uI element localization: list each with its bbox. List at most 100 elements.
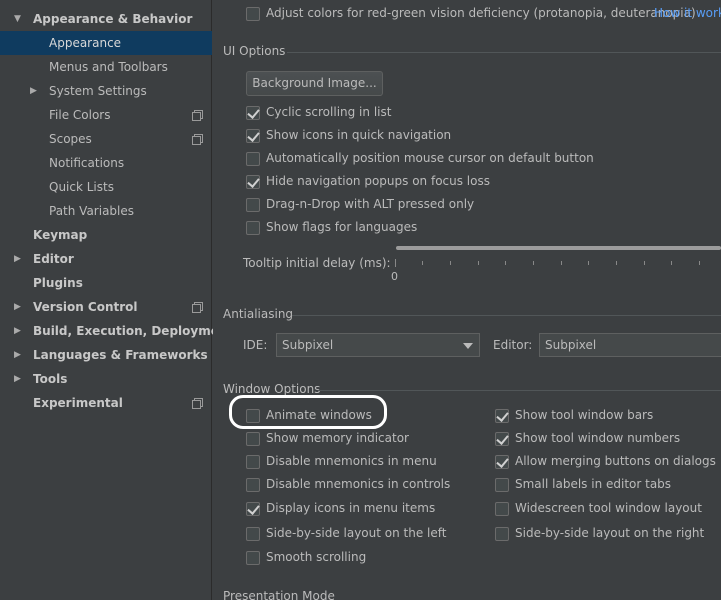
ide-antialiasing-value: Subpixel: [282, 338, 334, 352]
tooltip-delay-label: Tooltip initial delay (ms):: [243, 256, 391, 270]
chevron-right-icon[interactable]: ▶: [30, 79, 42, 103]
ide-antialiasing-select[interactable]: Subpixel: [276, 333, 480, 357]
project-level-icon: [192, 302, 203, 313]
auto-position-mouse-checkbox[interactable]: [246, 152, 260, 166]
slider-tick: [699, 261, 700, 265]
disable-mnemonics-controls-checkbox[interactable]: [246, 478, 260, 492]
side-by-side-right-label: Side-by-side layout on the right: [515, 526, 705, 540]
show-flags-label: Show flags for languages: [266, 220, 418, 234]
chevron-right-icon[interactable]: ▶: [14, 343, 26, 367]
side-by-side-left-label: Side-by-side layout on the left: [266, 526, 447, 540]
sidebar-item-notifications[interactable]: Notifications: [0, 151, 212, 175]
slider-tick: [395, 259, 396, 267]
show-tool-bars-checkbox[interactable]: [495, 409, 509, 423]
project-level-icon: [192, 110, 203, 121]
sidebar-item-label: Appearance & Behavior: [33, 12, 193, 26]
display-icons-menu-checkbox[interactable]: [246, 502, 260, 516]
tooltip-delay-slider[interactable]: [396, 246, 721, 250]
sidebar-item-label: Plugins: [33, 276, 83, 290]
display-icons-menu-label: Display icons in menu items: [266, 501, 436, 515]
sidebar-item-label: Appearance: [49, 36, 122, 50]
sidebar-item-tools[interactable]: ▶ Tools: [0, 367, 212, 391]
sidebar-item-label: Notifications: [49, 156, 125, 170]
disable-mnemonics-controls-label: Disable mnemonics in controls: [266, 477, 451, 491]
show-flags-checkbox[interactable]: [246, 221, 260, 235]
show-memory-label: Show memory indicator: [266, 431, 409, 445]
editor-antialiasing-value: Subpixel: [545, 338, 597, 352]
chevron-right-icon[interactable]: ▶: [14, 295, 26, 319]
sidebar-item-label: Quick Lists: [49, 180, 114, 194]
section-divider: [287, 52, 721, 53]
small-labels-label: Small labels in editor tabs: [515, 477, 672, 491]
chevron-down-icon[interactable]: ▼: [14, 7, 26, 31]
disable-mnemonics-menu-label: Disable mnemonics in menu: [266, 454, 437, 468]
sidebar-item-editor[interactable]: ▶ Editor: [0, 247, 212, 271]
disable-mnemonics-menu-checkbox[interactable]: [246, 455, 260, 469]
show-tool-numbers-checkbox[interactable]: [495, 432, 509, 446]
smooth-scrolling-checkbox[interactable]: [246, 551, 260, 565]
slider-tick: [478, 261, 479, 265]
sidebar-item-label: Scopes: [49, 132, 92, 146]
show-icons-nav-checkbox[interactable]: [246, 129, 260, 143]
sidebar-item-plugins[interactable]: Plugins: [0, 271, 212, 295]
slider-tick: [644, 261, 645, 265]
ui-options-title: UI Options: [223, 44, 286, 58]
side-by-side-right-checkbox[interactable]: [495, 527, 509, 541]
sidebar-item-system-settings[interactable]: ▶ System Settings: [0, 79, 212, 103]
sidebar-item-appearance-behavior[interactable]: ▼ Appearance & Behavior: [0, 7, 212, 31]
sidebar-item-path-variables[interactable]: Path Variables: [0, 199, 212, 223]
sidebar-item-scopes[interactable]: Scopes: [0, 127, 212, 151]
widescreen-layout-label: Widescreen tool window layout: [515, 501, 702, 515]
color-deficiency-label: Adjust colors for red-green vision defic…: [266, 6, 696, 20]
smooth-scrolling-label: Smooth scrolling: [266, 550, 367, 564]
sidebar-item-label: Keymap: [33, 228, 88, 242]
sidebar-item-version-control[interactable]: ▶ Version Control: [0, 295, 212, 319]
sidebar-item-quick-lists[interactable]: Quick Lists: [0, 175, 212, 199]
project-level-icon: [192, 398, 203, 409]
sidebar-item-keymap[interactable]: Keymap: [0, 223, 212, 247]
antialiasing-title: Antialiasing: [223, 307, 294, 321]
slider-tick: [450, 261, 451, 265]
sidebar-item-label: System Settings: [49, 84, 147, 98]
slider-tick: [616, 261, 617, 265]
sidebar-item-appearance[interactable]: Appearance: [0, 31, 212, 55]
window-options-title: Window Options: [223, 382, 321, 396]
color-deficiency-checkbox[interactable]: [246, 7, 260, 21]
slider-tick: [422, 261, 423, 265]
chevron-right-icon[interactable]: ▶: [14, 247, 26, 271]
drag-drop-alt-checkbox[interactable]: [246, 198, 260, 212]
sidebar-item-label: Experimental: [33, 396, 123, 410]
chevron-right-icon[interactable]: ▶: [14, 319, 26, 343]
widescreen-layout-checkbox[interactable]: [495, 502, 509, 516]
small-labels-checkbox[interactable]: [495, 478, 509, 492]
show-tool-numbers-label: Show tool window numbers: [515, 431, 681, 445]
sidebar-item-label: Menus and Toolbars: [49, 60, 168, 74]
chevron-down-icon: [463, 343, 473, 349]
cyclic-scrolling-label: Cyclic scrolling in list: [266, 105, 392, 119]
allow-merging-checkbox[interactable]: [495, 455, 509, 469]
hide-nav-popups-checkbox[interactable]: [246, 175, 260, 189]
cyclic-scrolling-checkbox[interactable]: [246, 106, 260, 120]
sidebar-item-label: File Colors: [49, 108, 111, 122]
show-icons-nav-label: Show icons in quick navigation: [266, 128, 452, 142]
show-memory-checkbox[interactable]: [246, 432, 260, 446]
chevron-right-icon[interactable]: ▶: [14, 367, 26, 391]
settings-sidebar: ▼ Appearance & Behavior Appearance Menus…: [0, 0, 233, 600]
sidebar-item-experimental[interactable]: Experimental: [0, 391, 212, 415]
editor-antialiasing-select[interactable]: Subpixel: [539, 333, 721, 357]
sidebar-item-languages[interactable]: ▶ Languages & Frameworks: [0, 343, 212, 367]
background-image-button[interactable]: Background Image...: [246, 71, 383, 96]
sidebar-item-menus-toolbars[interactable]: Menus and Toolbars: [0, 55, 212, 79]
sidebar-item-label: Languages & Frameworks: [33, 348, 208, 362]
slider-tick: [561, 261, 562, 265]
section-divider: [318, 390, 721, 391]
sidebar-item-build-execution[interactable]: ▶ Build, Execution, Deployment: [0, 319, 233, 343]
sidebar-item-label: Version Control: [33, 300, 138, 314]
sidebar-item-file-colors[interactable]: File Colors: [0, 103, 212, 127]
side-by-side-left-checkbox[interactable]: [246, 527, 260, 541]
slider-tick: [505, 261, 506, 265]
auto-position-mouse-label: Automatically position mouse cursor on d…: [266, 151, 594, 165]
slider-tick: [588, 261, 589, 265]
how-it-works-link[interactable]: How it works: [654, 6, 721, 20]
project-level-icon: [192, 134, 203, 145]
